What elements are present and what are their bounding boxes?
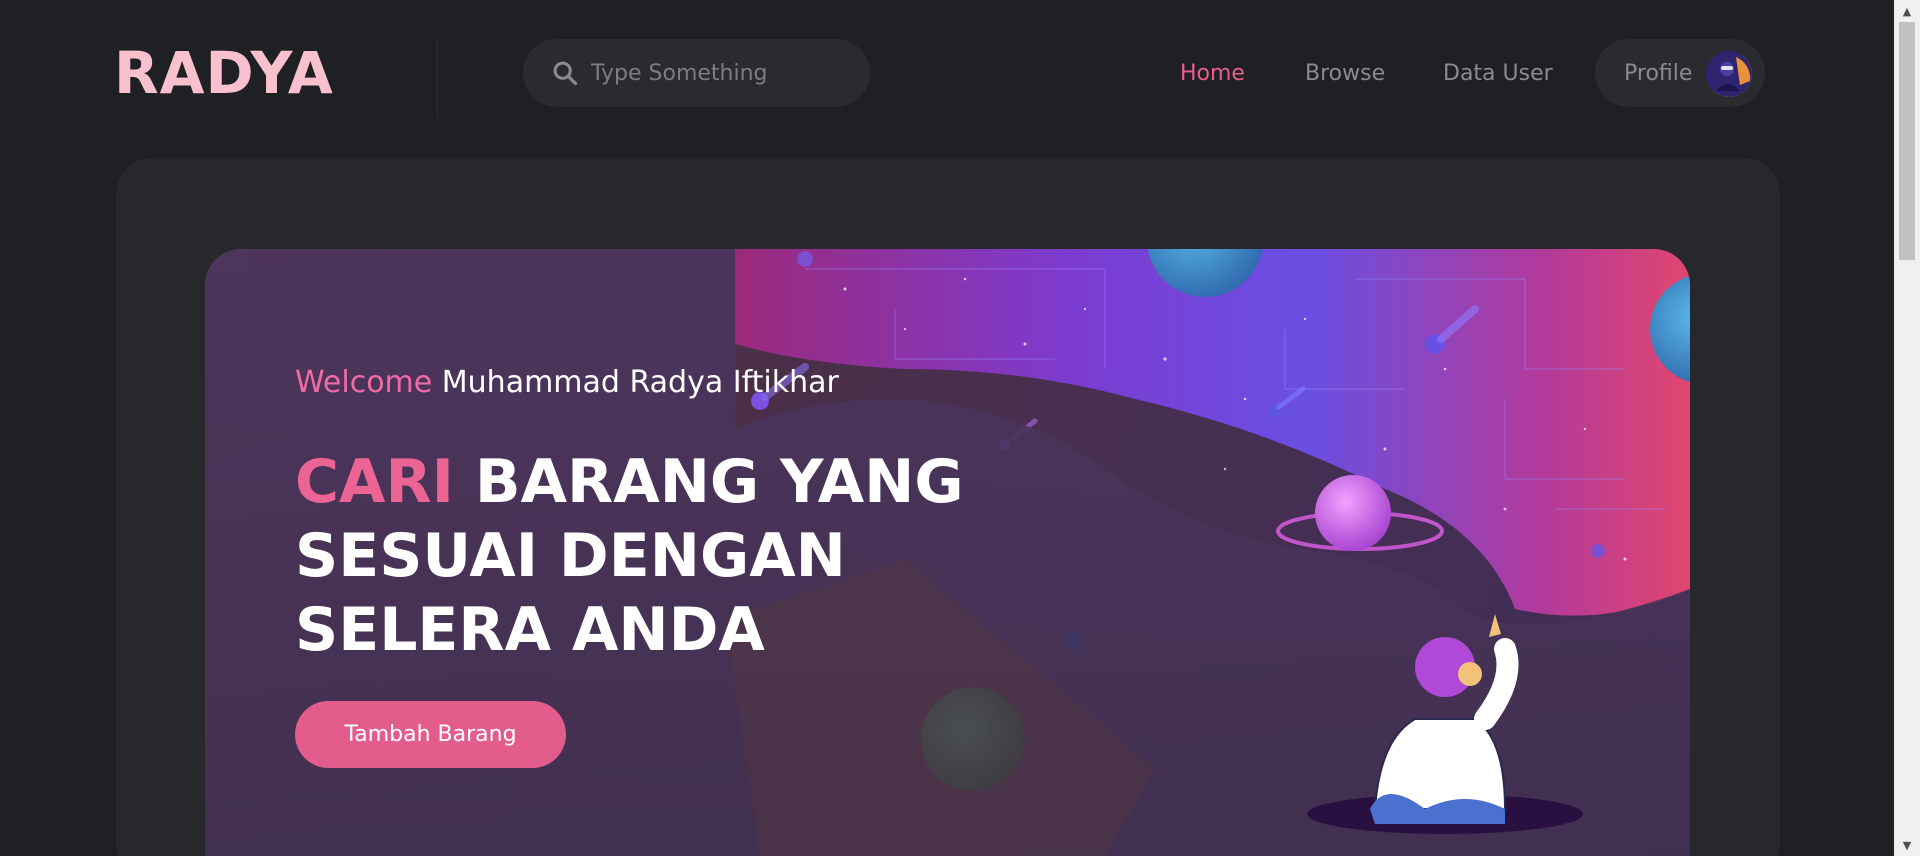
hero-banner: Welcome Muhammad Radya Iftikhar CARI BAR…: [205, 249, 1690, 856]
welcome-prefix: Welcome: [295, 365, 433, 400]
search-icon: [553, 61, 578, 86]
search-bar[interactable]: [523, 39, 870, 107]
profile-button[interactable]: Profile: [1595, 39, 1765, 107]
welcome-username: Muhammad Radya Iftikhar: [441, 365, 839, 400]
headline-accent: CARI: [295, 447, 454, 517]
add-item-button[interactable]: Tambah Barang: [295, 701, 566, 768]
nav-link-home[interactable]: Home: [1180, 60, 1245, 88]
scroll-down-arrow-icon[interactable]: ▼: [1894, 834, 1920, 856]
avatar[interactable]: [1706, 51, 1752, 97]
profile-label: Profile: [1624, 60, 1693, 86]
scrollbar-thumb[interactable]: [1899, 22, 1915, 260]
top-navbar: RADYA Home Browse Data User Profile: [0, 0, 1894, 150]
page-scrollbar[interactable]: ▲ ▼: [1894, 0, 1920, 856]
nav-link-data-user[interactable]: Data User: [1443, 60, 1553, 88]
header-divider: [437, 38, 438, 118]
nav-link-browse[interactable]: Browse: [1305, 60, 1385, 88]
avatar-image: [1706, 51, 1752, 97]
search-input[interactable]: [591, 60, 851, 86]
scroll-up-arrow-icon[interactable]: ▲: [1894, 0, 1920, 22]
welcome-message: Welcome Muhammad Radya Iftikhar: [295, 363, 839, 403]
site-logo[interactable]: RADYA: [114, 38, 334, 108]
hero-headline: CARI BARANG YANG SESUAI DENGAN SELERA AN…: [295, 445, 1015, 667]
